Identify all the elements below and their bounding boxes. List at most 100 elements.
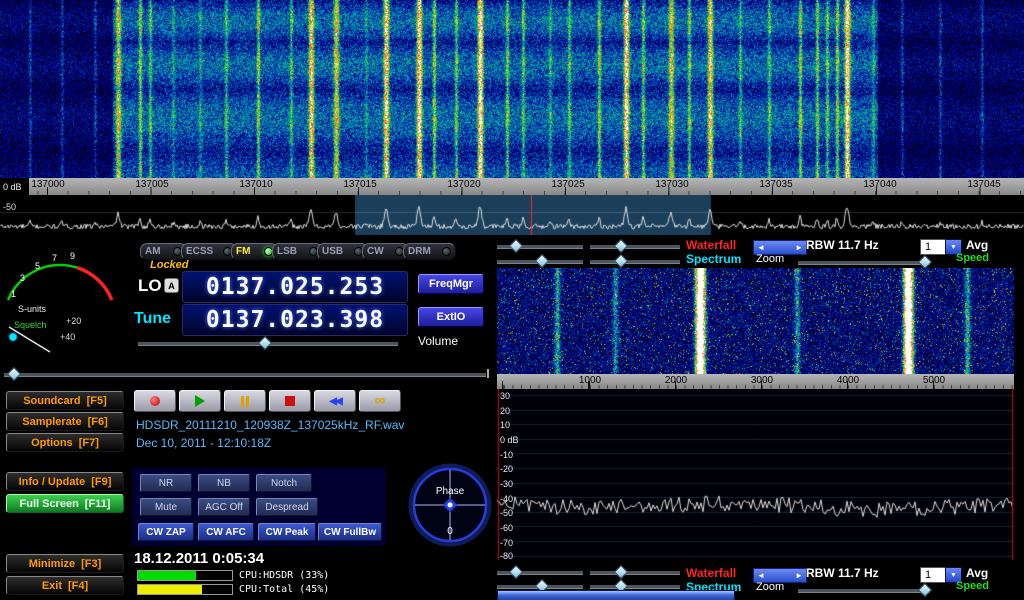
waterfall-contrast-slider[interactable]	[590, 570, 680, 575]
mode-button-drm[interactable]: DRM	[403, 243, 456, 260]
s-units-label: S-units	[18, 304, 47, 314]
slider-handle[interactable]	[614, 239, 628, 253]
lo-frequency-display[interactable]: 0137.025.253	[182, 271, 408, 303]
tune-frequency-display[interactable]: 0137.023.398	[182, 304, 408, 336]
stop-icon	[285, 396, 295, 406]
zoom-range-bar[interactable]	[497, 590, 735, 600]
squelch-slider-handle[interactable]	[7, 367, 21, 381]
button-label: NR	[159, 478, 173, 489]
waterfall-label: Waterfall	[686, 566, 736, 580]
zoom-slider[interactable]	[798, 260, 930, 265]
nb-button[interactable]: NB	[198, 474, 250, 492]
exit-button[interactable]: Exit [F4]	[6, 576, 124, 595]
volume-slider[interactable]	[138, 341, 398, 346]
audio-spectrum-display[interactable]	[497, 389, 1014, 560]
slider-handle[interactable]	[918, 255, 932, 269]
freq-tick-label: 137030	[642, 179, 702, 190]
play-button[interactable]	[179, 390, 221, 412]
waterfall-contrast-slider[interactable]	[590, 244, 680, 249]
zoom-slider[interactable]	[798, 588, 930, 593]
main-frequency-scale[interactable]: 137000 137005 137010 137015 137020 13702…	[0, 178, 1024, 195]
full-screen-button[interactable]: Full Screen [F11]	[6, 494, 124, 513]
freq-tick-label: 2000	[646, 375, 706, 386]
slider-handle[interactable]	[535, 254, 549, 268]
info-update-button[interactable]: Info / Update [F9]	[6, 472, 124, 491]
record-button[interactable]	[134, 390, 176, 412]
cw-afc-button[interactable]: CW AFC	[198, 523, 254, 541]
speed-select-value: 1	[920, 567, 945, 583]
db-tick-label: 0 dB	[500, 435, 519, 445]
mode-label: LSB	[277, 246, 297, 257]
pause-icon	[246, 396, 249, 407]
tune-label: Tune	[134, 310, 171, 328]
s-meter-plus40: +40	[60, 332, 75, 342]
volume-slider-handle[interactable]	[258, 336, 272, 350]
slider-handle[interactable]	[509, 239, 523, 253]
spectrum-brightness-slider[interactable]	[497, 584, 583, 589]
scroll-right-icon[interactable]: ►	[795, 243, 803, 252]
recording-timestamp: Dec 10, 2011 - 12:10:18Z	[136, 436, 271, 450]
s-meter-tick: 3	[20, 273, 25, 283]
mode-button-ecss[interactable]: ECSS	[181, 243, 237, 260]
spectrum-brightness-slider[interactable]	[497, 259, 583, 264]
button-label: CW FullBw	[324, 527, 376, 538]
freqmgr-button[interactable]: FreqMgr	[418, 274, 484, 294]
squelch-marker[interactable]	[9, 333, 17, 341]
main-waterfall-display[interactable]	[0, 0, 1024, 178]
slider-handle[interactable]	[614, 565, 628, 579]
options-button[interactable]: Options [F7]	[6, 433, 124, 452]
waterfall-brightness-slider[interactable]	[497, 570, 583, 575]
button-fkey: [F11]	[85, 498, 111, 510]
cpu-hdsdr-bar	[137, 570, 233, 581]
cw-peak-button[interactable]: CW Peak	[258, 523, 316, 541]
notch-button[interactable]: Notch	[256, 474, 312, 492]
lo-lock-badge[interactable]: A	[164, 278, 179, 293]
spectrum-contrast-slider[interactable]	[590, 259, 680, 264]
slider-handle[interactable]	[509, 565, 523, 579]
stop-button[interactable]	[269, 390, 311, 412]
lo-label: LO	[138, 276, 162, 296]
audio-waterfall-display[interactable]	[497, 268, 1014, 374]
extio-button[interactable]: ExtIO	[418, 307, 484, 327]
db-tick-label: -30	[500, 479, 513, 489]
loop-button[interactable]: ∞	[359, 390, 401, 412]
db-axis-label: -50	[3, 202, 16, 212]
mode-button-lsb[interactable]: LSB	[272, 243, 323, 260]
despread-button[interactable]: Despread	[256, 498, 318, 516]
slider-handle[interactable]	[614, 254, 628, 268]
pause-button[interactable]	[224, 390, 266, 412]
freq-tick-label: 137015	[330, 179, 390, 190]
phase-dial: Phase 0	[408, 462, 492, 548]
scroll-left-icon[interactable]: ◄	[757, 571, 765, 580]
rewind-button[interactable]: ◀◀	[314, 390, 356, 412]
cw-fullbw-button[interactable]: CW FullBw	[318, 523, 382, 541]
freq-tick-label: 1000	[560, 375, 620, 386]
mode-button-cw[interactable]: CW	[362, 243, 409, 260]
audio-frequency-scale[interactable]: 1000 2000 3000 4000 5000	[497, 374, 1014, 389]
main-spectrum-display[interactable]	[0, 195, 1024, 235]
waterfall-brightness-slider[interactable]	[497, 244, 583, 249]
minimize-button[interactable]: Minimize [F3]	[6, 554, 124, 573]
scroll-right-icon[interactable]: ►	[795, 571, 803, 580]
rbw-label: RBW 11.7 Hz	[806, 238, 879, 252]
phase-value: 0	[447, 526, 453, 537]
mode-button-am[interactable]: AM	[140, 243, 187, 260]
slider-handle[interactable]	[918, 583, 932, 597]
mute-button[interactable]: Mute	[140, 498, 192, 516]
speed-select-value: 1	[920, 239, 945, 255]
nr-button[interactable]: NR	[140, 474, 192, 492]
button-label: Minimize	[29, 558, 75, 570]
squelch-slider[interactable]	[4, 372, 486, 377]
mode-button-usb[interactable]: USB	[317, 243, 368, 260]
scroll-left-icon[interactable]: ◄	[757, 243, 765, 252]
soundcard-button[interactable]: Soundcard [F5]	[6, 391, 124, 410]
datetime-display: 18.12.2011 0:05:34	[134, 550, 264, 567]
agc-off-button[interactable]: AGC Off	[198, 498, 250, 516]
mode-button-fm[interactable]: FM	[231, 243, 278, 260]
samplerate-button[interactable]: Samplerate [F6]	[6, 412, 124, 431]
cw-zap-button[interactable]: CW ZAP	[138, 523, 194, 541]
spectrum-contrast-slider[interactable]	[590, 584, 680, 589]
mode-label: AM	[145, 246, 161, 257]
squelch-label: Squelch	[14, 320, 47, 330]
mode-label: FM	[236, 246, 250, 257]
